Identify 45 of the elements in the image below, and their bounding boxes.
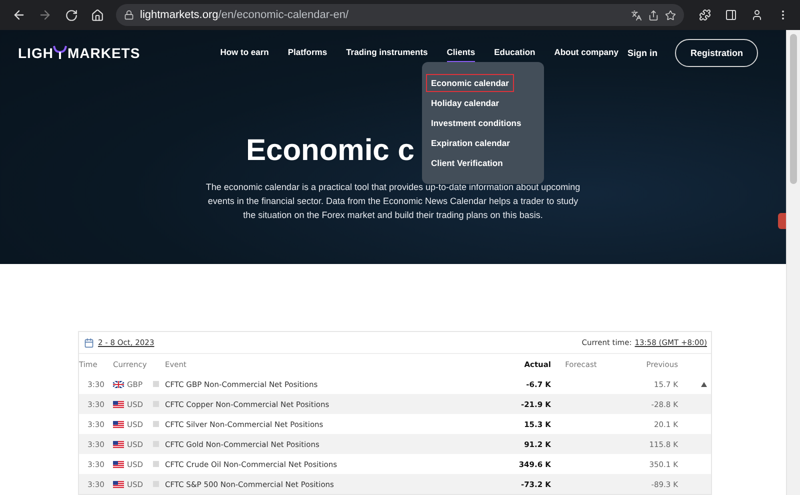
page-title: Economic c [246, 134, 414, 168]
square-icon [153, 401, 159, 407]
star-icon[interactable] [665, 10, 676, 20]
scrollbar[interactable] [786, 30, 800, 495]
square-icon [153, 421, 159, 427]
scroll-up-icon[interactable] [701, 382, 707, 386]
flag-icon [113, 440, 124, 448]
flag-icon [113, 400, 124, 408]
menu-item[interactable]: Expiration calendar [426, 134, 515, 152]
intro-text: The economic calendar is a practical tool that provides up-to-date information about upcoming events in the financial sector. Data from the Economic News Calendar helps a trader to study the situation on the Forex market and build their trading plans on this basis. [204, 181, 582, 222]
flag-icon [113, 420, 124, 428]
flag-icon [113, 380, 124, 388]
nav-link[interactable]: Platforms [288, 43, 328, 63]
nav-link[interactable]: How to earn [220, 43, 269, 63]
address-bar[interactable]: lightmarkets.org/en/economic-calendar-en/ [116, 4, 684, 26]
share-icon[interactable] [648, 10, 659, 20]
back-icon[interactable] [12, 8, 26, 22]
square-icon [153, 441, 159, 447]
lock-icon [124, 10, 134, 20]
menu-item[interactable]: Holiday calendar [426, 94, 504, 112]
reload-icon[interactable] [64, 8, 78, 22]
nav-link[interactable]: Trading instruments [346, 43, 428, 63]
menu-item[interactable]: Client Verification [426, 154, 508, 172]
profile-icon[interactable] [751, 9, 763, 21]
logo-text[interactable]: LIGH [18, 45, 54, 61]
puzzle-icon[interactable] [699, 9, 711, 21]
nav-link[interactable]: Education [494, 43, 536, 63]
menu-item[interactable]: Investment conditions [426, 114, 526, 132]
logo-icon [53, 45, 68, 61]
square-icon [153, 481, 159, 487]
registration-button[interactable]: Registration [675, 39, 758, 67]
translate-icon[interactable] [631, 10, 642, 20]
menu-item[interactable]: Economic calendar [426, 74, 514, 92]
square-icon [153, 461, 159, 467]
forward-icon[interactable] [38, 8, 52, 22]
flag-icon [113, 460, 124, 468]
nav-link[interactable]: About company [554, 43, 618, 63]
square-icon [153, 381, 159, 387]
calendar-icon[interactable] [84, 338, 94, 348]
side-tab[interactable] [778, 213, 786, 229]
side-panel-icon[interactable] [725, 9, 737, 21]
logo-text[interactable]: MARKETS [67, 45, 140, 61]
home-icon[interactable] [90, 8, 104, 22]
flag-icon [113, 480, 124, 488]
sign-in-link[interactable]: Sign in [627, 48, 658, 58]
